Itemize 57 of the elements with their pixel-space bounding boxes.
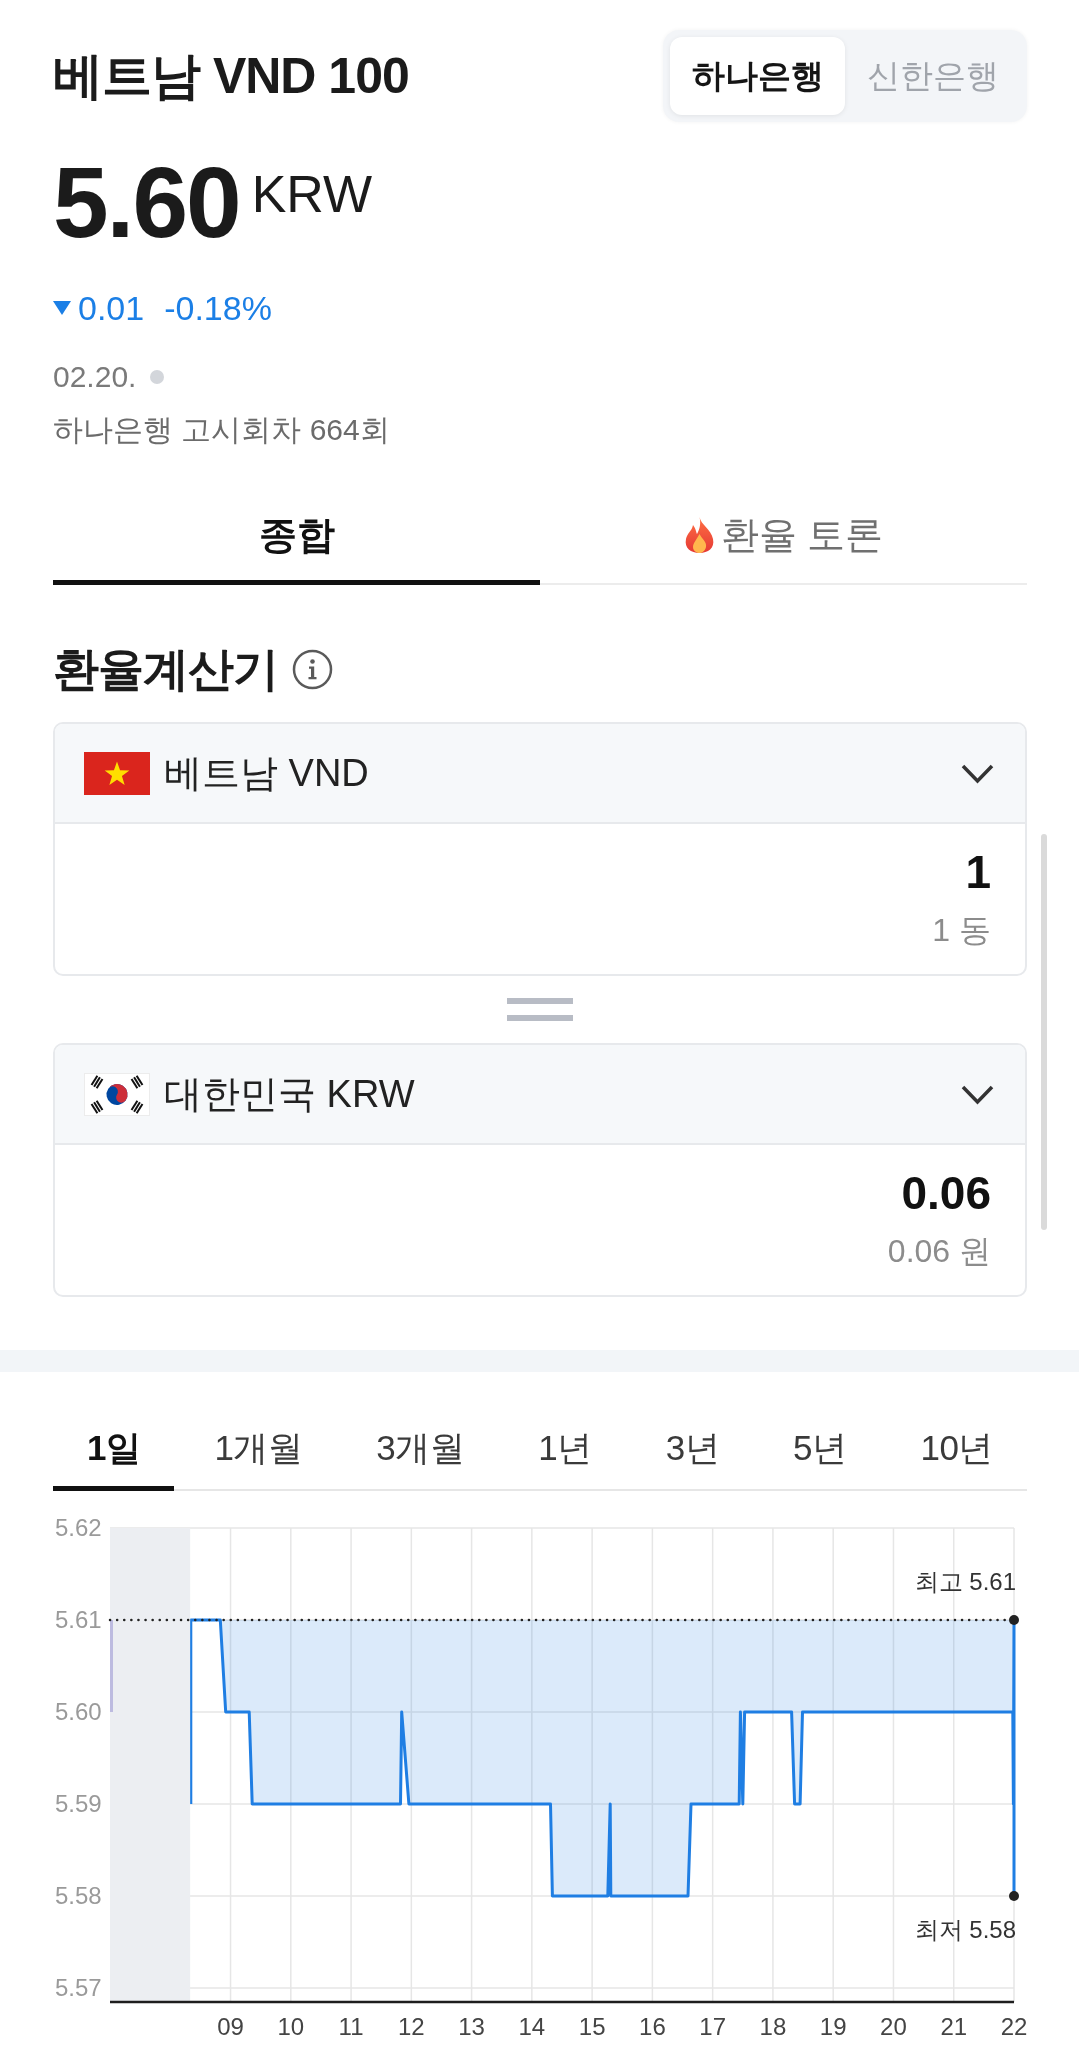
scrollbar-thumb[interactable] <box>1041 834 1047 1230</box>
section-tab[interactable]: 환율 토론 <box>540 490 1027 585</box>
y-axis-label: 5.57 <box>55 1974 102 2001</box>
y-axis-label: 5.58 <box>55 1882 102 1909</box>
period-tab[interactable]: 5년 <box>759 1411 881 1491</box>
x-axis-label: 21 <box>940 2013 968 2040</box>
change-amount: 0.01 <box>78 288 145 328</box>
amount-reading: 1 동 <box>932 911 991 950</box>
x-axis-label: 09 <box>217 2013 244 2040</box>
info-icon[interactable] <box>292 648 333 690</box>
section-tab[interactable]: 종합 <box>53 490 540 585</box>
amount-input[interactable]: 0.06 <box>89 1165 991 1221</box>
period-tab[interactable]: 3개월 <box>342 1411 499 1491</box>
bank-tab[interactable]: 하나은행 <box>670 37 845 115</box>
korea-flag-icon <box>84 1072 150 1116</box>
x-axis-label: 15 <box>578 2013 606 2040</box>
amount-input[interactable]: 1 <box>89 844 991 900</box>
amount-reading: 0.06 원 <box>887 1232 991 1271</box>
x-axis-label: 16 <box>639 2013 666 2040</box>
x-axis-label: 13 <box>458 2013 485 2040</box>
currency-unit: KRW <box>251 168 373 220</box>
x-axis-label: 17 <box>699 2013 726 2040</box>
notice-text: 하나은행 고시회차 664회 <box>53 412 391 448</box>
period-tab[interactable]: 1개월 <box>180 1411 337 1491</box>
chevron-down-icon <box>961 762 994 784</box>
period-tab[interactable]: 3년 <box>631 1411 754 1491</box>
price-value: 5.60 <box>53 152 240 252</box>
period-tab[interactable]: 1일 <box>53 1411 175 1491</box>
x-axis-label: 10 <box>277 2013 305 2040</box>
quote-date: 02.20. <box>53 360 137 394</box>
y-axis-label: 5.61 <box>55 1606 102 1633</box>
x-axis-label: 18 <box>759 2013 787 2040</box>
period-tab[interactable]: 10년 <box>886 1411 1027 1491</box>
point-marker-icon <box>1009 1891 1019 1901</box>
chevron-down-icon <box>961 1083 994 1105</box>
page-title: 베트남 VND 100 <box>53 47 409 106</box>
vietnam-flag-icon <box>84 751 150 795</box>
x-axis-label: 14 <box>518 2013 546 2040</box>
high-label: 최고 5.61 <box>914 1568 1016 1595</box>
low-label: 최저 5.58 <box>914 1916 1016 1943</box>
equals-icon <box>507 998 573 1021</box>
fire-icon <box>683 517 715 553</box>
calculator-title: 환율계산기 <box>53 642 278 697</box>
x-axis-label: 20 <box>880 2013 907 2040</box>
y-axis-label: 5.62 <box>55 1514 102 1541</box>
change-percent: -0.18% <box>164 288 272 328</box>
x-axis-label: 12 <box>398 2013 425 2040</box>
currency-dropdown[interactable]: 대한민국 KRW <box>55 1045 1025 1145</box>
x-axis-label: 11 <box>338 2013 364 2040</box>
period-tab[interactable]: 1년 <box>504 1411 626 1491</box>
status-dot-icon <box>150 370 165 384</box>
point-marker-icon <box>1009 1615 1019 1625</box>
x-axis-label: 22 <box>1000 2013 1027 2040</box>
x-axis-label: 19 <box>819 2013 847 2040</box>
y-axis-label: 5.59 <box>55 1790 102 1817</box>
y-axis-label: 5.60 <box>55 1698 102 1725</box>
currency-dropdown[interactable]: 베트남 VND <box>55 724 1025 824</box>
